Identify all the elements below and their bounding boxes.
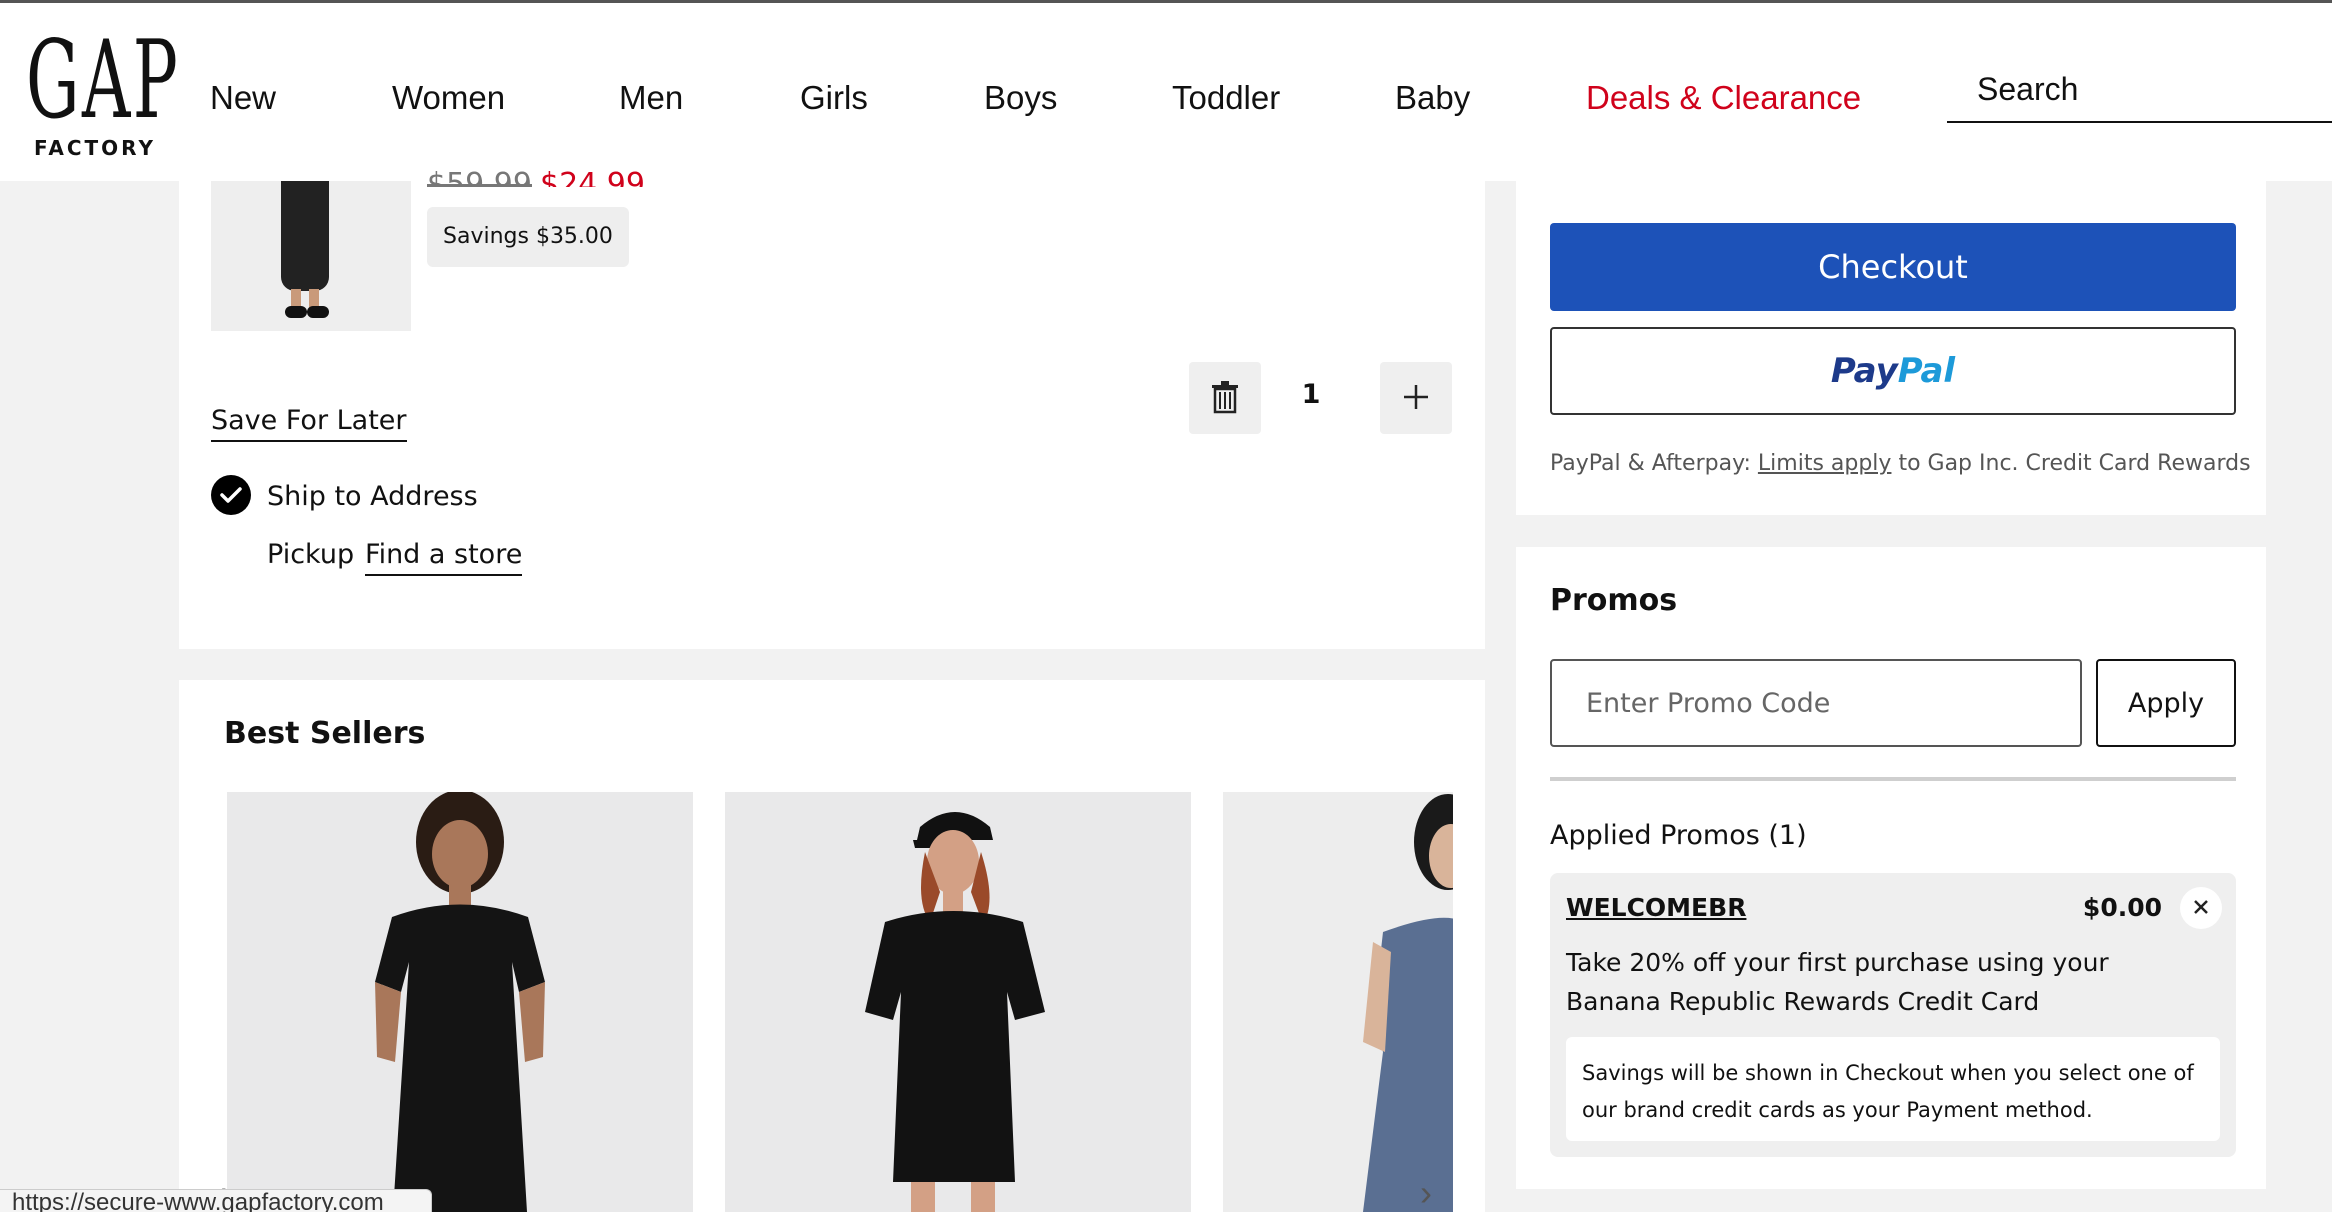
remove-promo-button[interactable] — [2180, 887, 2222, 929]
dress-shape — [281, 181, 329, 291]
best-sellers-title: Best Sellers — [224, 716, 426, 751]
site-header: GAP FACTORY New Women Men Girls Boys Tod… — [0, 3, 2332, 181]
check-icon — [220, 487, 242, 503]
ship-to-address-radio[interactable] — [211, 475, 251, 515]
nav-boys[interactable]: Boys — [984, 79, 1057, 117]
plus-icon — [1404, 384, 1428, 409]
nav-toddler[interactable]: Toddler — [1172, 79, 1280, 117]
best-sellers-panel: Best Sellers — [179, 680, 1485, 1212]
close-icon — [2194, 899, 2208, 914]
search-box — [1947, 61, 2332, 123]
paypal-afterpay-note: PayPal & Afterpay: Limits apply to Gap I… — [1550, 451, 2251, 476]
promo-code-input[interactable] — [1550, 659, 2082, 747]
product-card[interactable] — [227, 792, 693, 1212]
paypal-logo-pal: Pal — [1897, 351, 1956, 391]
nav-men[interactable]: Men — [619, 79, 683, 117]
increase-quantity-button[interactable] — [1380, 362, 1452, 434]
nav-women[interactable]: Women — [392, 79, 505, 117]
product-image-black-midi-dress — [375, 792, 545, 1212]
limits-apply-link[interactable]: Limits apply — [1758, 451, 1892, 476]
promo-code-link[interactable]: WELCOMEBR — [1566, 893, 1746, 922]
product-card[interactable] — [1223, 792, 1453, 1212]
nav-new[interactable]: New — [210, 79, 276, 117]
applied-promo-card: WELCOMEBR $0.00 Take 20% off your first … — [1550, 873, 2236, 1157]
logo-wordmark: GAP — [26, 18, 181, 143]
nav-deals-clearance[interactable]: Deals & Clearance — [1586, 79, 1861, 117]
item-price: $59.99 $24.99 — [427, 167, 645, 187]
applied-promos-title: Applied Promos (1) — [1550, 820, 1807, 851]
pickup-label: Pickup — [267, 539, 355, 570]
promo-savings-note: Savings will be shown in Checkout when y… — [1566, 1037, 2220, 1141]
nav-baby[interactable]: Baby — [1395, 79, 1470, 117]
savings-badge: Savings $35.00 — [427, 207, 629, 267]
status-bar-url: https://secure-www.gapfactory.com — [0, 1189, 432, 1212]
checkout-button[interactable]: Checkout — [1550, 223, 2236, 311]
promo-divider — [1550, 777, 2236, 781]
cart-item-image[interactable] — [211, 181, 411, 331]
paypal-button[interactable]: PayPal — [1550, 327, 2236, 415]
search-input[interactable] — [1977, 71, 2317, 108]
quantity-value: 1 — [1301, 379, 1321, 410]
gap-factory-logo[interactable]: GAP FACTORY — [26, 18, 181, 163]
figure-shoe — [307, 306, 329, 318]
nav-girls[interactable]: Girls — [800, 79, 868, 117]
promos-title: Promos — [1550, 583, 1678, 618]
paypal-logo-pay: Pay — [1830, 351, 1898, 391]
product-image-black-tshirt-dress — [865, 812, 1045, 1212]
order-summary-panel: Checkout PayPal PayPal & Afterpay: Limit… — [1516, 181, 2266, 515]
promo-amount: $0.00 — [2082, 893, 2162, 922]
carousel-next-icon[interactable]: › — [1420, 1172, 1460, 1212]
apply-promo-button[interactable]: Apply — [2096, 659, 2236, 747]
original-price: $59.99 — [427, 167, 532, 187]
figure-shoe — [285, 306, 307, 318]
paypal-note-suffix: to Gap Inc. Credit Card Rewards — [1891, 451, 2251, 476]
save-for-later-link[interactable]: Save For Later — [211, 405, 407, 442]
sale-price: $24.99 — [539, 167, 645, 187]
trash-icon — [1212, 380, 1238, 413]
product-image-blue-midi-dress — [1363, 794, 1453, 1212]
summary-cutoff-text — [1550, 173, 2230, 187]
find-a-store-link[interactable]: Find a store — [365, 539, 523, 576]
logo-subtext: FACTORY — [34, 136, 156, 160]
ship-to-address-label[interactable]: Ship to Address — [267, 481, 478, 512]
paypal-note-prefix: PayPal & Afterpay: — [1550, 451, 1758, 476]
product-card[interactable] — [725, 792, 1191, 1212]
remove-item-button[interactable] — [1189, 362, 1261, 434]
promos-panel: Promos Apply Applied Promos (1) WELCOMEB… — [1516, 547, 2266, 1189]
promo-description: Take 20% off your first purchase using y… — [1566, 948, 2109, 1016]
cart-item-panel: $59.99 $24.99 Savings $35.00 Save For Lat… — [179, 167, 1485, 649]
